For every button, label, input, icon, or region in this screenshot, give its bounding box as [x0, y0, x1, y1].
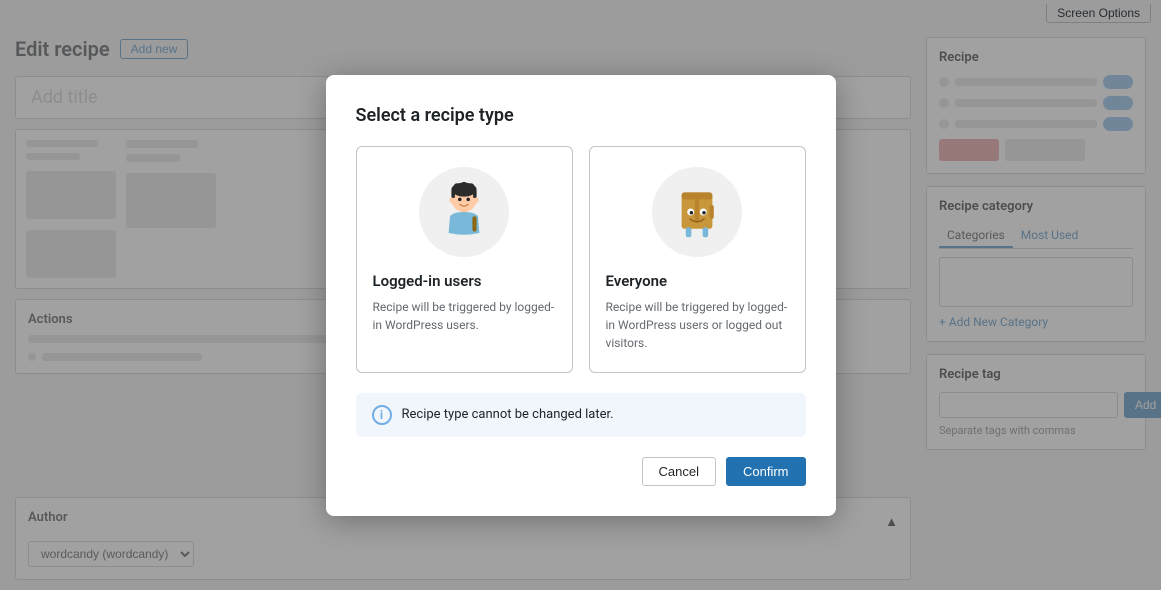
logged-in-card[interactable]: Logged-in users Recipe will be triggered…	[356, 146, 573, 373]
everyone-card[interactable]: Everyone Recipe will be triggered by log…	[589, 146, 806, 373]
modal-overlay: Select a recipe type	[0, 0, 1161, 590]
modal-footer: Cancel Confirm	[356, 457, 806, 486]
modal-notice: i Recipe type cannot be changed later.	[356, 393, 806, 437]
box-illustration	[662, 177, 732, 247]
everyone-desc: Recipe will be triggered by logged-in Wo…	[606, 298, 789, 352]
logged-in-avatar	[419, 167, 509, 257]
logged-in-title: Logged-in users	[373, 272, 556, 290]
info-icon: i	[372, 405, 392, 425]
logged-in-desc: Recipe will be triggered by logged-in Wo…	[373, 298, 556, 334]
recipe-type-cards: Logged-in users Recipe will be triggered…	[356, 146, 806, 373]
modal-title: Select a recipe type	[356, 105, 806, 126]
notice-text: Recipe type cannot be changed later.	[402, 407, 614, 422]
modal-dialog: Select a recipe type	[326, 75, 836, 516]
everyone-title: Everyone	[606, 272, 789, 290]
person-illustration	[429, 177, 499, 247]
cancel-button[interactable]: Cancel	[642, 457, 716, 486]
confirm-button[interactable]: Confirm	[726, 457, 806, 486]
everyone-avatar	[652, 167, 742, 257]
